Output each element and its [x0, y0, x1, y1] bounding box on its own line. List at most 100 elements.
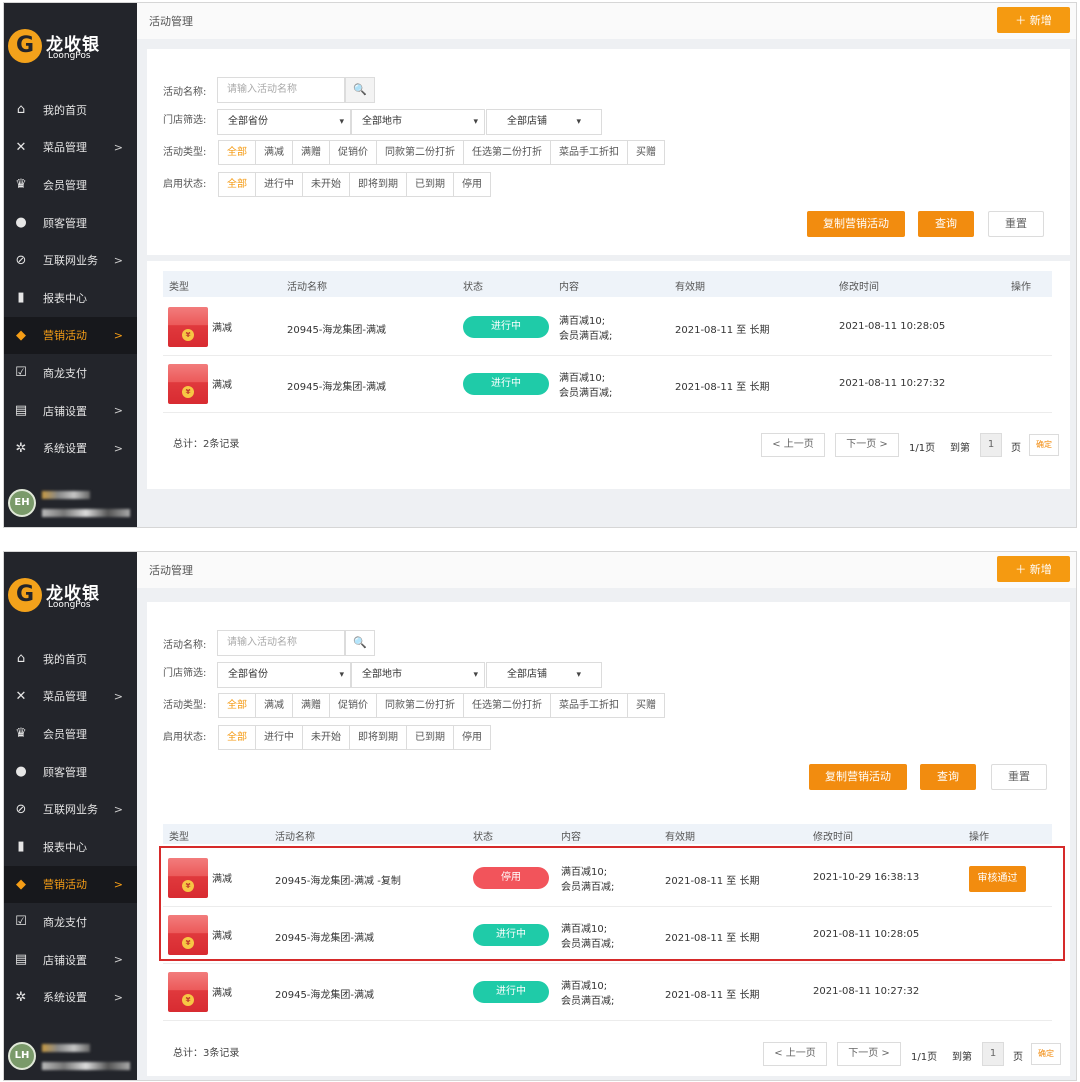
- store-select[interactable]: 全部店铺 ▾: [486, 109, 602, 135]
- user-profile[interactable]: LH: [4, 1032, 137, 1080]
- type-chip[interactable]: 任选第二份打折: [463, 140, 551, 165]
- status-chip[interactable]: 已到期: [406, 172, 454, 197]
- type-chip[interactable]: 促销价: [329, 140, 377, 165]
- bar-chart-icon: ▮: [17, 290, 25, 306]
- type-chip[interactable]: 同款第二份打折: [376, 693, 464, 718]
- sidebar-item-members[interactable]: ♛ 会员管理: [4, 715, 137, 753]
- sidebar-item-marketing[interactable]: ◆ 营销活动 >: [4, 865, 137, 904]
- status-chip[interactable]: 未开始: [302, 725, 350, 750]
- sidebar: G 龙收银 LoongPos ⌂ 我的首页 ✕ 菜品管理 > ♛ 会员管理 ● 顾客管理 …: [4, 552, 137, 1080]
- sidebar-item-home[interactable]: ⌂ 我的首页: [4, 91, 137, 129]
- status-chip-all[interactable]: 全部: [218, 172, 256, 197]
- activity-name-input[interactable]: 请输入活动名称: [217, 630, 345, 656]
- store-select[interactable]: 全部店铺 ▾: [486, 662, 602, 688]
- query-button[interactable]: 查询: [918, 211, 974, 237]
- col-status: 状态: [473, 832, 493, 843]
- sidebar-item-payment[interactable]: ☑ 商龙支付: [4, 354, 137, 392]
- type-chip[interactable]: 满赠: [292, 140, 330, 165]
- status-chip[interactable]: 即将到期: [349, 725, 407, 750]
- table-row[interactable]: ¥ 满减 20945-海龙集团-满减 进行中 满百减10; 会员满百减; 202…: [163, 299, 1052, 356]
- city-select[interactable]: 全部地市 ▾: [351, 662, 485, 688]
- sidebar-item-dishes[interactable]: ✕ 菜品管理 >: [4, 678, 137, 716]
- copy-activity-button[interactable]: 复制营销活动: [807, 211, 905, 237]
- sidebar-item-payment[interactable]: ☑ 商龙支付: [4, 903, 137, 941]
- page-unit: 页: [1013, 1052, 1023, 1063]
- page-number-input[interactable]: 1: [980, 433, 1002, 457]
- activity-type-label: 活动类型:: [163, 147, 207, 158]
- type-chip-all[interactable]: 全部: [218, 693, 256, 718]
- sidebar-item-customers[interactable]: ● 顾客管理: [4, 204, 137, 242]
- sidebar-item-label: 商龙支付: [43, 366, 87, 380]
- type-chip[interactable]: 同款第二份打折: [376, 140, 464, 165]
- home-icon: ⌂: [16, 102, 26, 118]
- type-chip-all[interactable]: 全部: [218, 140, 256, 165]
- row-modified: 2021-08-11 10:27:32: [839, 378, 946, 389]
- copy-activity-button[interactable]: 复制营销活动: [809, 764, 907, 790]
- status-chip[interactable]: 即将到期: [349, 172, 407, 197]
- type-chip[interactable]: 菜品手工折扣: [550, 693, 628, 718]
- prev-page-button[interactable]: < 上一页: [761, 433, 825, 457]
- status-chip[interactable]: 已到期: [406, 725, 454, 750]
- type-chip[interactable]: 满减: [255, 140, 293, 165]
- sidebar-item-internet[interactable]: ⊘ 互联网业务 >: [4, 241, 137, 279]
- sidebar-item-label: 系统设置: [43, 442, 87, 456]
- city-select[interactable]: 全部地市 ▾: [351, 109, 485, 135]
- page-number-input[interactable]: 1: [982, 1042, 1004, 1066]
- status-chip[interactable]: 停用: [453, 725, 491, 750]
- next-page-button[interactable]: 下一页 >: [837, 1042, 901, 1066]
- col-period: 有效期: [675, 282, 705, 293]
- page-confirm-button[interactable]: 确定: [1029, 434, 1059, 456]
- status-chip[interactable]: 未开始: [302, 172, 350, 197]
- sidebar-item-label: 互联网业务: [43, 803, 98, 817]
- status-chip[interactable]: 进行中: [255, 725, 303, 750]
- sidebar-item-store-settings[interactable]: ▤ 店铺设置 >: [4, 941, 137, 979]
- type-chip[interactable]: 任选第二份打折: [463, 693, 551, 718]
- row-modified: 2021-08-11 10:27:32: [813, 986, 920, 997]
- sidebar-item-dishes[interactable]: ✕ 菜品管理 >: [4, 129, 137, 167]
- sidebar-item-reports[interactable]: ▮ 报表中心: [4, 828, 137, 866]
- search-icon[interactable]: 🔍: [345, 77, 375, 103]
- user-profile[interactable]: EH: [4, 479, 137, 527]
- sidebar-item-customers[interactable]: ● 顾客管理: [4, 753, 137, 791]
- table-row[interactable]: ¥ 满减 20945-海龙集团-满减 进行中 满百减10; 会员满百减; 202…: [163, 964, 1052, 1021]
- sidebar-item-store-settings[interactable]: ▤ 店铺设置 >: [4, 392, 137, 430]
- prev-page-button[interactable]: < 上一页: [763, 1042, 827, 1066]
- utensils-icon: ✕: [15, 139, 27, 155]
- search-icon[interactable]: 🔍: [345, 630, 375, 656]
- status-chip[interactable]: 进行中: [255, 172, 303, 197]
- activity-name-input[interactable]: 请输入活动名称: [217, 77, 345, 103]
- sidebar-item-members[interactable]: ♛ 会员管理: [4, 166, 137, 204]
- type-chip[interactable]: 满减: [255, 693, 293, 718]
- table-row[interactable]: ¥ 满减 20945-海龙集团-满减 进行中 满百减10; 会员满百减; 202…: [163, 356, 1052, 413]
- type-chip[interactable]: 促销价: [329, 693, 377, 718]
- type-chip[interactable]: 菜品手工折扣: [550, 140, 628, 165]
- sidebar-item-label: 顾客管理: [43, 765, 87, 779]
- next-page-button[interactable]: 下一页 >: [835, 433, 899, 457]
- sidebar-menu: ⌂ 我的首页 ✕ 菜品管理 > ♛ 会员管理 ● 顾客管理 ⊘ 互联网业务 > ▮ 报表中心 ◆…: [4, 91, 137, 467]
- sidebar-item-label: 营销活动: [43, 329, 87, 343]
- status-chip[interactable]: 停用: [453, 172, 491, 197]
- sidebar-item-system-settings[interactable]: ✲ 系统设置 >: [4, 978, 137, 1016]
- province-select[interactable]: 全部省份 ▾: [217, 109, 351, 135]
- reset-button[interactable]: 重置: [988, 211, 1044, 237]
- page-count: 1/1页: [909, 443, 936, 454]
- type-chip[interactable]: 买赠: [627, 140, 665, 165]
- province-select[interactable]: 全部省份 ▾: [217, 662, 351, 688]
- sidebar-item-system-settings[interactable]: ✲ 系统设置 >: [4, 429, 137, 467]
- sidebar-item-home[interactable]: ⌂ 我的首页: [4, 640, 137, 678]
- add-button[interactable]: ＋ 新增: [997, 7, 1070, 33]
- page-confirm-button[interactable]: 确定: [1031, 1043, 1061, 1065]
- sidebar-item-marketing[interactable]: ◆ 营销活动 >: [4, 316, 137, 355]
- status-chip-all[interactable]: 全部: [218, 725, 256, 750]
- activity-name-label: 活动名称:: [163, 640, 207, 651]
- type-chip[interactable]: 满赠: [292, 693, 330, 718]
- add-button[interactable]: ＋ 新增: [997, 556, 1070, 582]
- query-button[interactable]: 查询: [920, 764, 976, 790]
- type-chip[interactable]: 买赠: [627, 693, 665, 718]
- check-box-icon: ☑: [15, 914, 27, 930]
- sidebar-item-reports[interactable]: ▮ 报表中心: [4, 279, 137, 317]
- reset-button[interactable]: 重置: [991, 764, 1047, 790]
- home-icon: ⌂: [16, 651, 26, 667]
- sidebar-item-internet[interactable]: ⊘ 互联网业务 >: [4, 790, 137, 828]
- store-filter-label: 门店筛选:: [163, 668, 207, 679]
